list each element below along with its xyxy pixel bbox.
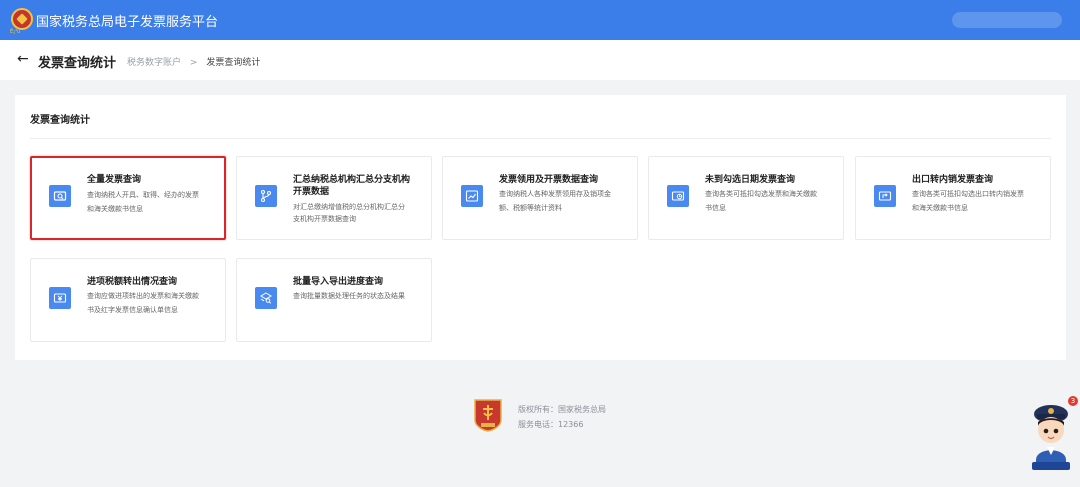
card-desc: 查询各类可抵扣勾选发票和海关缴款 — [705, 190, 817, 198]
page-header: ← 发票查询统计 税务数字账户 > 发票查询统计 — [0, 40, 1080, 80]
footer-phone: 服务电话：12366 — [518, 420, 584, 429]
card-export-to-domestic-query[interactable]: 出口转内销发票查询 查询各类可抵扣勾选出口转内销发票 和海关缴款书信息 — [855, 156, 1051, 240]
card-title: 汇总纳税总机构汇总分支机构 开票数据 — [293, 174, 425, 198]
card-desc: 和海关缴款书信息 — [912, 204, 968, 212]
card-desc: 查询应做进项转出的发票和海关缴款 — [87, 292, 199, 300]
yuan-icon — [49, 287, 71, 309]
card-title: 未到勾选日期发票查询 — [705, 175, 796, 185]
user-info[interactable] — [952, 12, 1062, 28]
card-title: 全量发票查询 — [87, 175, 142, 185]
app-title: 国家税务总局电子发票服务平台 — [36, 15, 219, 30]
back-arrow-icon[interactable]: ← — [17, 51, 29, 67]
card-title-line2: 开票数据 — [293, 187, 330, 197]
card-title: 进项税额转出情况查询 — [87, 277, 178, 287]
card-desc: 支机构开票数据查询 — [293, 215, 356, 223]
card-desc: 书信息 — [705, 204, 726, 212]
breadcrumb-item-account[interactable]: 税务数字账户 — [127, 58, 181, 68]
top-bar: Ë¡³ü 国家税务总局电子发票服务平台 — [0, 0, 1080, 40]
card-pending-selection-query[interactable]: 未到勾选日期发票查询 查询各类可抵扣勾选发票和海关缴款 书信息 — [648, 156, 844, 240]
card-desc: 书及红字发票信息确认单信息 — [87, 306, 178, 314]
chart-icon — [461, 185, 483, 207]
invoice-search-icon — [49, 185, 71, 207]
card-desc: 查询纳税人开具、取得、经办的发票 — [87, 191, 199, 199]
notification-badge: 3 — [1068, 396, 1078, 406]
tax-emblem-icon — [11, 8, 33, 30]
card-desc: 额、税额等统计资料 — [499, 204, 562, 212]
card-invoice-usage-query[interactable]: 发票领用及开票数据查询 查询纳税人各种发票领用存及销项金 额、税额等统计资料 — [442, 156, 638, 240]
assistant-avatar[interactable] — [1028, 400, 1074, 472]
card-title-line1: 汇总纳税总机构汇总分支机构 — [293, 175, 411, 185]
card-desc: 查询批量数据处理任务的状态及结果 — [293, 292, 405, 300]
emblem-caption: Ë¡³ü — [10, 29, 21, 35]
section-title: 发票查询统计 — [30, 115, 90, 126]
branch-icon — [255, 185, 277, 207]
content-panel: 发票查询统计 全量发票查询 查询纳税人开具、取得、经办的发票 和海关缴款书信息 … — [15, 95, 1066, 360]
card-title: 出口转内销发票查询 — [912, 175, 994, 185]
clock-ticket-icon — [667, 185, 689, 207]
card-title: 发票领用及开票数据查询 — [499, 175, 599, 185]
batch-search-icon — [255, 287, 277, 309]
card-desc: 查询纳税人各种发票领用存及销项金 — [499, 190, 611, 198]
footer-copyright: 版权所有：国家税务总局 — [518, 405, 606, 414]
tax-logo-icon — [472, 398, 504, 432]
card-batch-progress-query[interactable]: 批量导入导出进度查询 查询批量数据处理任务的状态及结果 — [236, 258, 432, 342]
breadcrumb: 税务数字账户 > 发票查询统计 — [127, 55, 260, 68]
card-full-invoice-query[interactable]: 全量发票查询 查询纳税人开具、取得、经办的发票 和海关缴款书信息 — [30, 156, 226, 240]
breadcrumb-separator: > — [189, 58, 198, 68]
card-desc: 查询各类可抵扣勾选出口转内销发票 — [912, 190, 1024, 198]
card-title: 批量导入导出进度查询 — [293, 277, 384, 287]
card-desc: 对汇总缴纳增值税的总分机构汇总分 — [293, 203, 405, 211]
breadcrumb-item-current: 发票查询统计 — [206, 58, 261, 68]
divider — [30, 138, 1051, 139]
card-branch-summary-query[interactable]: 汇总纳税总机构汇总分支机构 开票数据 对汇总缴纳增值税的总分机构汇总分 支机构开票… — [236, 156, 432, 240]
export-icon — [874, 185, 896, 207]
page-title: 发票查询统计 — [38, 56, 117, 71]
card-desc: 和海关缴款书信息 — [87, 205, 143, 213]
card-input-tax-transfer-query[interactable]: 进项税额转出情况查询 查询应做进项转出的发票和海关缴款 书及红字发票信息确认单信… — [30, 258, 226, 342]
